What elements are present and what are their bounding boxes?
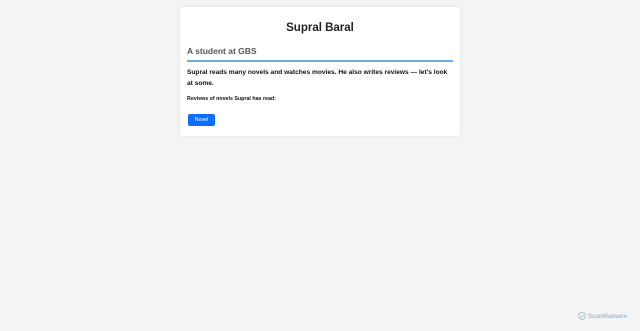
- profile-card: Supral Baral A student at GBS Supral rea…: [180, 7, 460, 136]
- intro-text: Supral reads many novels and watches mov…: [187, 69, 448, 87]
- shield-icon: [578, 312, 586, 320]
- novel-button[interactable]: Novel: [188, 114, 215, 126]
- watermark-text: ScanMalware: [588, 312, 628, 320]
- watermark: ScanMalware: [578, 312, 627, 320]
- subtitle: A student at GBS: [187, 46, 257, 56]
- divider: [187, 60, 453, 62]
- reviews-label: Reviews of novels Supral has read:: [187, 96, 276, 102]
- page-title: Supral Baral: [286, 22, 354, 34]
